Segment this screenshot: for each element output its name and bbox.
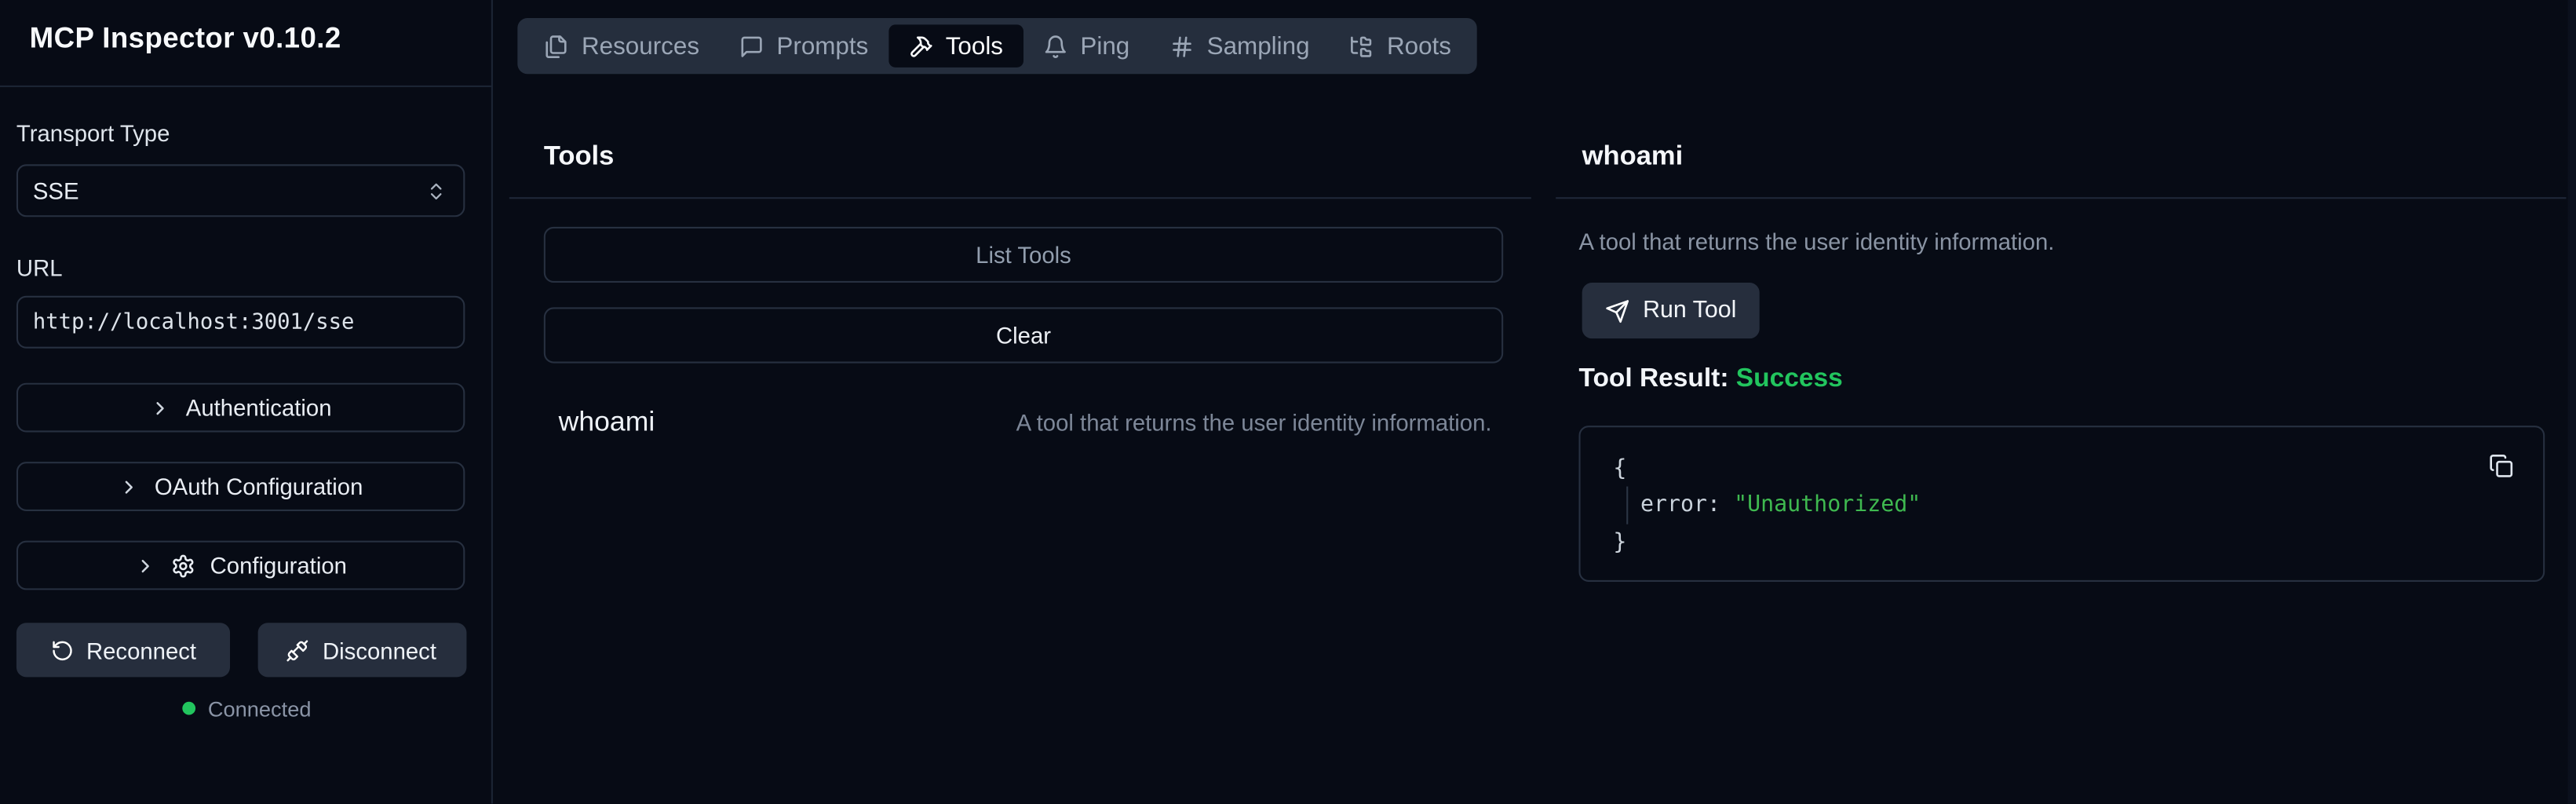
folder-tree-icon xyxy=(1349,34,1374,58)
sidebar-header: MCP Inspector v0.10.2 xyxy=(0,0,491,87)
list-tools-button[interactable]: List Tools xyxy=(544,227,1503,283)
tab-label: Sampling xyxy=(1207,32,1310,60)
message-square-icon xyxy=(739,34,763,58)
tool-result-label: Tool Result: xyxy=(1578,365,1728,393)
tool-detail-description: A tool that returns the user identity in… xyxy=(1578,228,2054,254)
detail-pane-title: whoami xyxy=(1582,141,1684,172)
json-line-error: error: "Unauthorized" xyxy=(1626,487,1921,524)
run-tool-button[interactable]: Run Tool xyxy=(1582,283,1760,338)
copy-button[interactable] xyxy=(2489,451,2519,481)
tool-result-line: Tool Result: Success xyxy=(1578,365,1842,395)
main-tab-bar: Resources Prompts Tools Ping Sampling xyxy=(517,18,1477,74)
tab-label: Roots xyxy=(1387,32,1451,60)
open-brace: { xyxy=(1613,455,1626,481)
clear-button[interactable]: Clear xyxy=(544,307,1503,363)
transport-type-select[interactable]: SSE xyxy=(16,164,465,217)
rotate-ccw-icon xyxy=(50,638,73,661)
tools-pane-divider xyxy=(509,197,1531,199)
reconnect-button[interactable]: Reconnect xyxy=(16,623,230,677)
disconnect-button[interactable]: Disconnect xyxy=(257,623,466,677)
tab-label: Prompts xyxy=(776,32,868,60)
url-input[interactable]: http://localhost:3001/sse xyxy=(16,296,465,349)
chevron-right-icon xyxy=(119,476,140,497)
chevron-right-icon xyxy=(134,554,155,576)
tool-result-code-block: { error: "Unauthorized" } xyxy=(1578,426,2545,582)
connection-status: Connected xyxy=(0,695,493,721)
files-icon xyxy=(544,34,568,58)
tab-resources[interactable]: Resources xyxy=(524,24,719,67)
close-brace: } xyxy=(1613,529,1626,555)
authentication-section-button[interactable]: Authentication xyxy=(16,383,465,433)
chevrons-up-down-icon xyxy=(425,180,447,201)
run-tool-label: Run Tool xyxy=(1643,298,1736,323)
bell-icon xyxy=(1042,34,1067,58)
json-result: { error: "Unauthorized" } xyxy=(1613,451,1921,561)
json-value: "Unauthorized" xyxy=(1734,492,1921,518)
disconnect-label: Disconnect xyxy=(323,637,436,663)
transport-type-value: SSE xyxy=(18,177,78,203)
tab-roots[interactable]: Roots xyxy=(1330,24,1471,67)
gear-icon xyxy=(170,553,195,577)
chevron-right-icon xyxy=(150,397,171,418)
tab-tools[interactable]: Tools xyxy=(888,24,1023,67)
tab-label: Resources xyxy=(582,32,699,60)
hash-icon xyxy=(1169,34,1194,58)
status-dot-icon xyxy=(181,702,195,715)
tab-prompts[interactable]: Prompts xyxy=(719,24,888,67)
tool-list-item-whoami[interactable]: whoami A tool that returns the user iden… xyxy=(544,394,1503,448)
tool-description: A tool that returns the user identity in… xyxy=(1016,408,1504,434)
unplug-icon xyxy=(286,638,309,661)
tool-result-status: Success xyxy=(1736,365,1843,393)
tools-pane-title: Tools xyxy=(544,141,615,172)
app-title: MCP Inspector v0.10.2 xyxy=(30,21,341,56)
hammer-icon xyxy=(908,34,932,58)
oauth-configuration-label: OAuth Configuration xyxy=(155,473,363,499)
configuration-section-button[interactable]: Configuration xyxy=(16,541,465,590)
oauth-configuration-section-button[interactable]: OAuth Configuration xyxy=(16,462,465,511)
mcp-inspector-app: MCP Inspector v0.10.2 Transport Type SSE… xyxy=(0,0,2576,804)
tab-ping[interactable]: Ping xyxy=(1023,24,1149,67)
send-icon xyxy=(1605,298,1629,323)
transport-type-label: Transport Type xyxy=(16,120,170,146)
status-label: Connected xyxy=(208,696,312,720)
tab-label: Ping xyxy=(1080,32,1129,60)
list-tools-label: List Tools xyxy=(976,242,1071,268)
tab-sampling[interactable]: Sampling xyxy=(1149,24,1329,67)
authentication-label: Authentication xyxy=(186,394,332,420)
tab-label: Tools xyxy=(946,32,1003,60)
scrollbar-track[interactable] xyxy=(2568,0,2576,804)
url-label: URL xyxy=(16,254,63,280)
clear-label: Clear xyxy=(996,322,1051,348)
sidebar: MCP Inspector v0.10.2 Transport Type SSE… xyxy=(0,0,493,804)
url-value: http://localhost:3001/sse xyxy=(18,310,354,334)
copy-icon xyxy=(2489,453,2519,477)
json-key: error: xyxy=(1640,492,1720,518)
tool-name: whoami xyxy=(544,405,655,438)
configuration-label: Configuration xyxy=(210,552,347,578)
reconnect-label: Reconnect xyxy=(86,637,196,663)
detail-pane-divider xyxy=(1556,197,2566,199)
